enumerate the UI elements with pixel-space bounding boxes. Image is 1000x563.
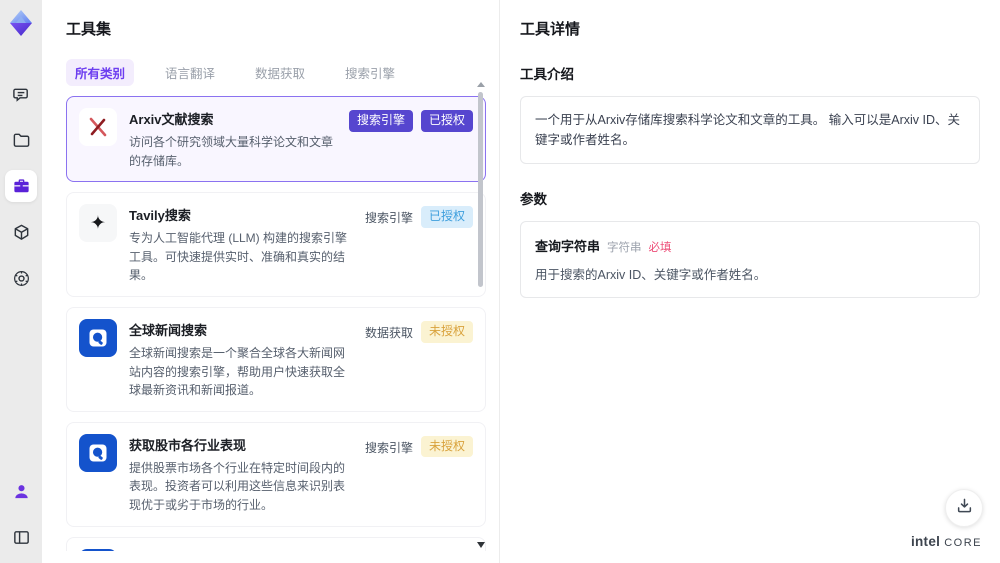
tool-description: 提供股票市场各个行业在特定时间段内的表现。投资者可以利用这些信息来识别表现优于或…: [129, 460, 346, 512]
scroll-down-icon[interactable]: [477, 542, 485, 548]
tool-description: 专为人工智能代理 (LLM) 构建的搜索引擎工具。可快速提供实时、准确和真实的结…: [129, 231, 348, 283]
category-tabs: 所有类别 语言翻译 数据获取 搜索引擎: [66, 59, 486, 86]
sidebar-item-tools[interactable]: [5, 170, 37, 202]
tool-name: 获取市场最活跃股票信息: [129, 550, 353, 551]
detail-title: 工具详情: [520, 21, 581, 38]
page-title: 工具集: [66, 21, 112, 38]
parameter-name: 查询字符串: [535, 239, 601, 254]
parameter-item: 查询字符串 字符串 必填 用于搜索的Arxiv ID、关键字或作者姓名。: [520, 221, 980, 298]
tab-all-categories[interactable]: 所有类别: [66, 59, 135, 86]
briefcase-icon: [12, 177, 31, 196]
folder-icon: [12, 131, 31, 150]
tool-auth-badge: 未授权: [420, 435, 473, 458]
tool-auth-badge: 已授权: [420, 110, 473, 132]
q-search-icon: [79, 548, 117, 551]
app-logo-icon: [6, 8, 36, 38]
user-icon: [12, 482, 31, 501]
tool-category-badge: 数据获取: [364, 325, 413, 340]
brand-primary: intel: [910, 534, 941, 549]
tool-auth-badge: 未授权: [420, 320, 473, 343]
download-icon: [956, 497, 973, 519]
tool-card[interactable]: ✦ Tavily搜索 专为人工智能代理 (LLM) 构建的搜索引擎工具。可快速提…: [66, 192, 486, 297]
tool-category-badge: 搜索引擎: [364, 440, 413, 455]
sidebar-item-files[interactable]: [5, 124, 37, 156]
intro-heading: 工具介绍: [520, 67, 574, 82]
tool-name: Arxiv文献搜索: [129, 112, 214, 127]
tool-description: 全球新闻搜索是一个聚合全球各大新闻网站内容的搜索引擎，帮助用户快速获取全球最新资…: [129, 345, 346, 398]
tool-detail-panel: 工具详情 工具介绍 一个用于从Arxiv存储库搜索科学论文和文章的工具。 输入可…: [500, 0, 1000, 563]
tab-search-engine[interactable]: 搜索引擎: [336, 59, 404, 86]
sidebar-item-panel-toggle[interactable]: [5, 521, 37, 553]
tab-data-acquisition[interactable]: 数据获取: [246, 59, 314, 86]
tool-card[interactable]: 获取市场最活跃股票信息 提供当天交易量最高的股票列表，投资者可以利用这些信息来识…: [66, 536, 486, 551]
download-button[interactable]: [945, 489, 983, 527]
tool-card[interactable]: Arxiv文献搜索 访问各个研究领域大量科学论文和文章的存储库。 搜索引擎 已授…: [66, 96, 486, 183]
scroll-up-icon[interactable]: [477, 82, 485, 87]
tool-description: 访问各个研究领域大量科学论文和文章的存储库。: [129, 135, 334, 168]
sidebar-item-settings[interactable]: [5, 262, 37, 294]
intel-core-logo: intel CORE: [911, 534, 982, 549]
sidebar-item-chat[interactable]: [5, 78, 37, 110]
sidebar-item-models[interactable]: [5, 216, 37, 248]
brand-secondary: CORE: [944, 537, 982, 549]
tool-name: 全球新闻搜索: [129, 322, 208, 338]
chat-icon: [12, 85, 31, 104]
sidebar-rail: [0, 0, 42, 563]
app-window: 工具集 所有类别 语言翻译 数据获取 搜索引擎 Arxiv文献搜索 访问各个研究…: [0, 0, 1000, 563]
sidebar-item-account[interactable]: [5, 475, 37, 507]
tool-card[interactable]: 获取股市各行业表现 提供股票市场各个行业在特定时间段内的表现。投资者可以利用这些…: [66, 421, 486, 527]
parameter-type: 字符串: [607, 242, 642, 254]
q-search-icon: [79, 433, 117, 472]
star-icon: ✦: [79, 204, 117, 243]
intro-text: 一个用于从Arxiv存储库搜索科学论文和文章的工具。 输入可以是Arxiv ID…: [520, 96, 980, 164]
tool-list-panel: 工具集 所有类别 语言翻译 数据获取 搜索引擎 Arxiv文献搜索 访问各个研究…: [42, 0, 500, 563]
parameter-description: 用于搜索的Arxiv ID、关键字或作者姓名。: [535, 268, 767, 282]
q-search-icon: [79, 318, 117, 357]
panel-toggle-icon: [12, 528, 31, 547]
scrollbar-thumb[interactable]: [478, 92, 483, 287]
gear-icon: [12, 269, 31, 288]
params-heading: 参数: [520, 192, 547, 207]
tool-auth-badge: 已授权: [420, 206, 473, 228]
list-scrollbar[interactable]: [477, 82, 485, 550]
arxiv-icon: [79, 108, 117, 146]
cube-icon: [12, 223, 31, 242]
tool-category-badge: 搜索引擎: [364, 211, 413, 226]
tool-category-badge: 搜索引擎: [348, 110, 413, 132]
tool-card[interactable]: 全球新闻搜索 全球新闻搜索是一个聚合全球各大新闻网站内容的搜索引擎，帮助用户快速…: [66, 306, 486, 412]
parameter-header: 查询字符串 字符串 必填: [535, 236, 965, 255]
tool-list: Arxiv文献搜索 访问各个研究领域大量科学论文和文章的存储库。 搜索引擎 已授…: [66, 96, 486, 551]
tab-language-translation[interactable]: 语言翻译: [156, 59, 224, 86]
tool-name: 获取股市各行业表现: [129, 437, 247, 453]
parameter-required-badge: 必填: [648, 242, 672, 254]
tool-name: Tavily搜索: [129, 208, 191, 224]
